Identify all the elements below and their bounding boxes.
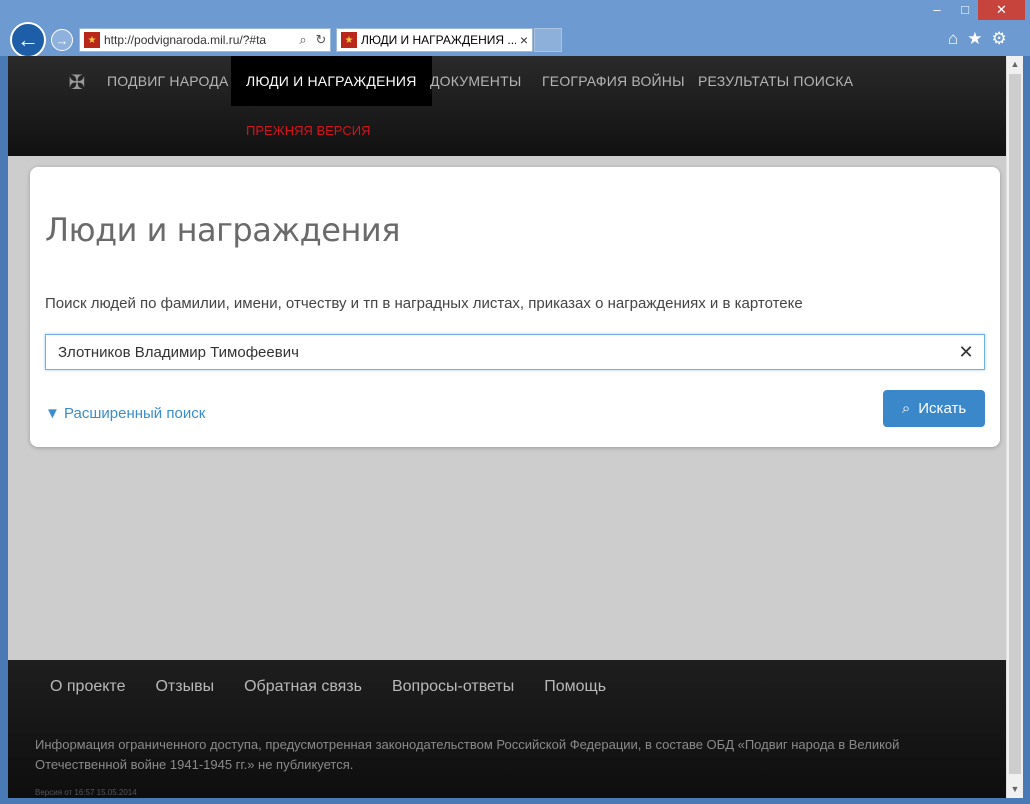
nav-documents[interactable]: ДОКУМЕНТЫ [415, 56, 536, 106]
window-close-button[interactable]: ✕ [978, 0, 1025, 20]
refresh-icon[interactable]: ↻ [312, 32, 330, 48]
search-button[interactable]: ⌕ Искать [883, 390, 985, 427]
back-button[interactable]: ← [10, 22, 46, 58]
address-url[interactable]: http://podvignaroda.mil.ru/?#ta [104, 33, 294, 47]
address-bar[interactable]: ★ http://podvignaroda.mil.ru/?#ta ⌕ ↻ [79, 28, 331, 52]
tab-title: ЛЮДИ И НАГРАЖДЕНИЯ ... [361, 33, 516, 47]
footer-version: Версия от 16:57 15.05.2014 [35, 788, 137, 797]
vertical-scrollbar[interactable]: ▲ ▼ [1006, 56, 1023, 798]
back-arrow-icon: ← [17, 27, 39, 52]
site-footer: О проекте Отзывы Обратная связь Вопросы-… [8, 660, 1006, 798]
page-viewport: ✠ ПОДВИГ НАРОДА ЛЮДИ И НАГРАЖДЕНИЯ ДОКУМ… [8, 56, 1006, 798]
footer-link-help[interactable]: Помощь [544, 678, 606, 696]
footer-links: О проекте Отзывы Обратная связь Вопросы-… [50, 678, 606, 696]
footer-info: Информация ограниченного доступа, предус… [35, 737, 900, 772]
footer-link-about[interactable]: О проекте [50, 678, 125, 696]
nav-people-awards[interactable]: ЛЮДИ И НАГРАЖДЕНИЯ [231, 56, 432, 106]
settings-icon[interactable]: ⚙ [992, 29, 1007, 49]
new-tab-button[interactable] [534, 28, 562, 52]
forward-button[interactable]: → [51, 29, 73, 51]
tab-close-icon[interactable]: × [516, 32, 532, 48]
browser-tab[interactable]: ★ ЛЮДИ И НАГРАЖДЕНИЯ ... × [336, 28, 533, 52]
nav-geography[interactable]: ГЕОГРАФИЯ ВОЙНЫ [527, 56, 700, 106]
magnifier-icon: ⌕ [901, 400, 911, 417]
footer-link-reviews[interactable]: Отзывы [155, 678, 214, 696]
search-input[interactable]: Злотников Владимир Тимофеевич ✕ [45, 334, 985, 370]
scroll-up-icon[interactable]: ▲ [1007, 56, 1023, 73]
search-card: Люди и награждения Поиск людей по фамили… [30, 167, 1000, 447]
scroll-down-icon[interactable]: ▼ [1007, 781, 1023, 798]
nav-podvig-naroda[interactable]: ПОДВИГ НАРОДА [92, 56, 243, 106]
footer-link-faq[interactable]: Вопросы-ответы [392, 678, 514, 696]
advanced-search-link[interactable]: ▼ Расширенный поиск [45, 405, 205, 422]
search-icon[interactable]: ⌕ [294, 32, 312, 48]
window-minimize-button[interactable]: – [922, 0, 952, 20]
search-button-label: Искать [918, 400, 967, 417]
scrollbar-thumb[interactable] [1009, 74, 1021, 774]
window-maximize-button[interactable]: □ [952, 0, 978, 20]
site-header: ✠ ПОДВИГ НАРОДА ЛЮДИ И НАГРАЖДЕНИЯ ДОКУМ… [8, 56, 1006, 156]
forward-arrow-icon: → [55, 32, 69, 48]
search-input-value[interactable]: Злотников Владимир Тимофеевич [46, 344, 948, 361]
site-favicon-icon: ★ [84, 32, 100, 48]
footer-link-feedback[interactable]: Обратная связь [244, 678, 362, 696]
browser-tools: ⌂ ★ ⚙ [948, 29, 1007, 49]
tab-favicon-icon: ★ [341, 32, 357, 48]
clear-icon[interactable]: ✕ [948, 342, 984, 363]
search-description: Поиск людей по фамилии, имени, отчеству … [45, 295, 803, 312]
eagle-logo-icon[interactable]: ✠ [60, 70, 94, 94]
home-icon[interactable]: ⌂ [948, 29, 958, 49]
favorites-icon[interactable]: ★ [967, 29, 982, 49]
page-title: Люди и награждения [45, 211, 400, 249]
old-version-link[interactable]: ПРЕЖНЯЯ ВЕРСИЯ [246, 123, 370, 138]
browser-chrome: – □ ✕ ← → ★ http://podvignaroda.mil.ru/?… [0, 0, 1030, 58]
nav-search-results[interactable]: РЕЗУЛЬТАТЫ ПОИСКА [683, 56, 868, 106]
